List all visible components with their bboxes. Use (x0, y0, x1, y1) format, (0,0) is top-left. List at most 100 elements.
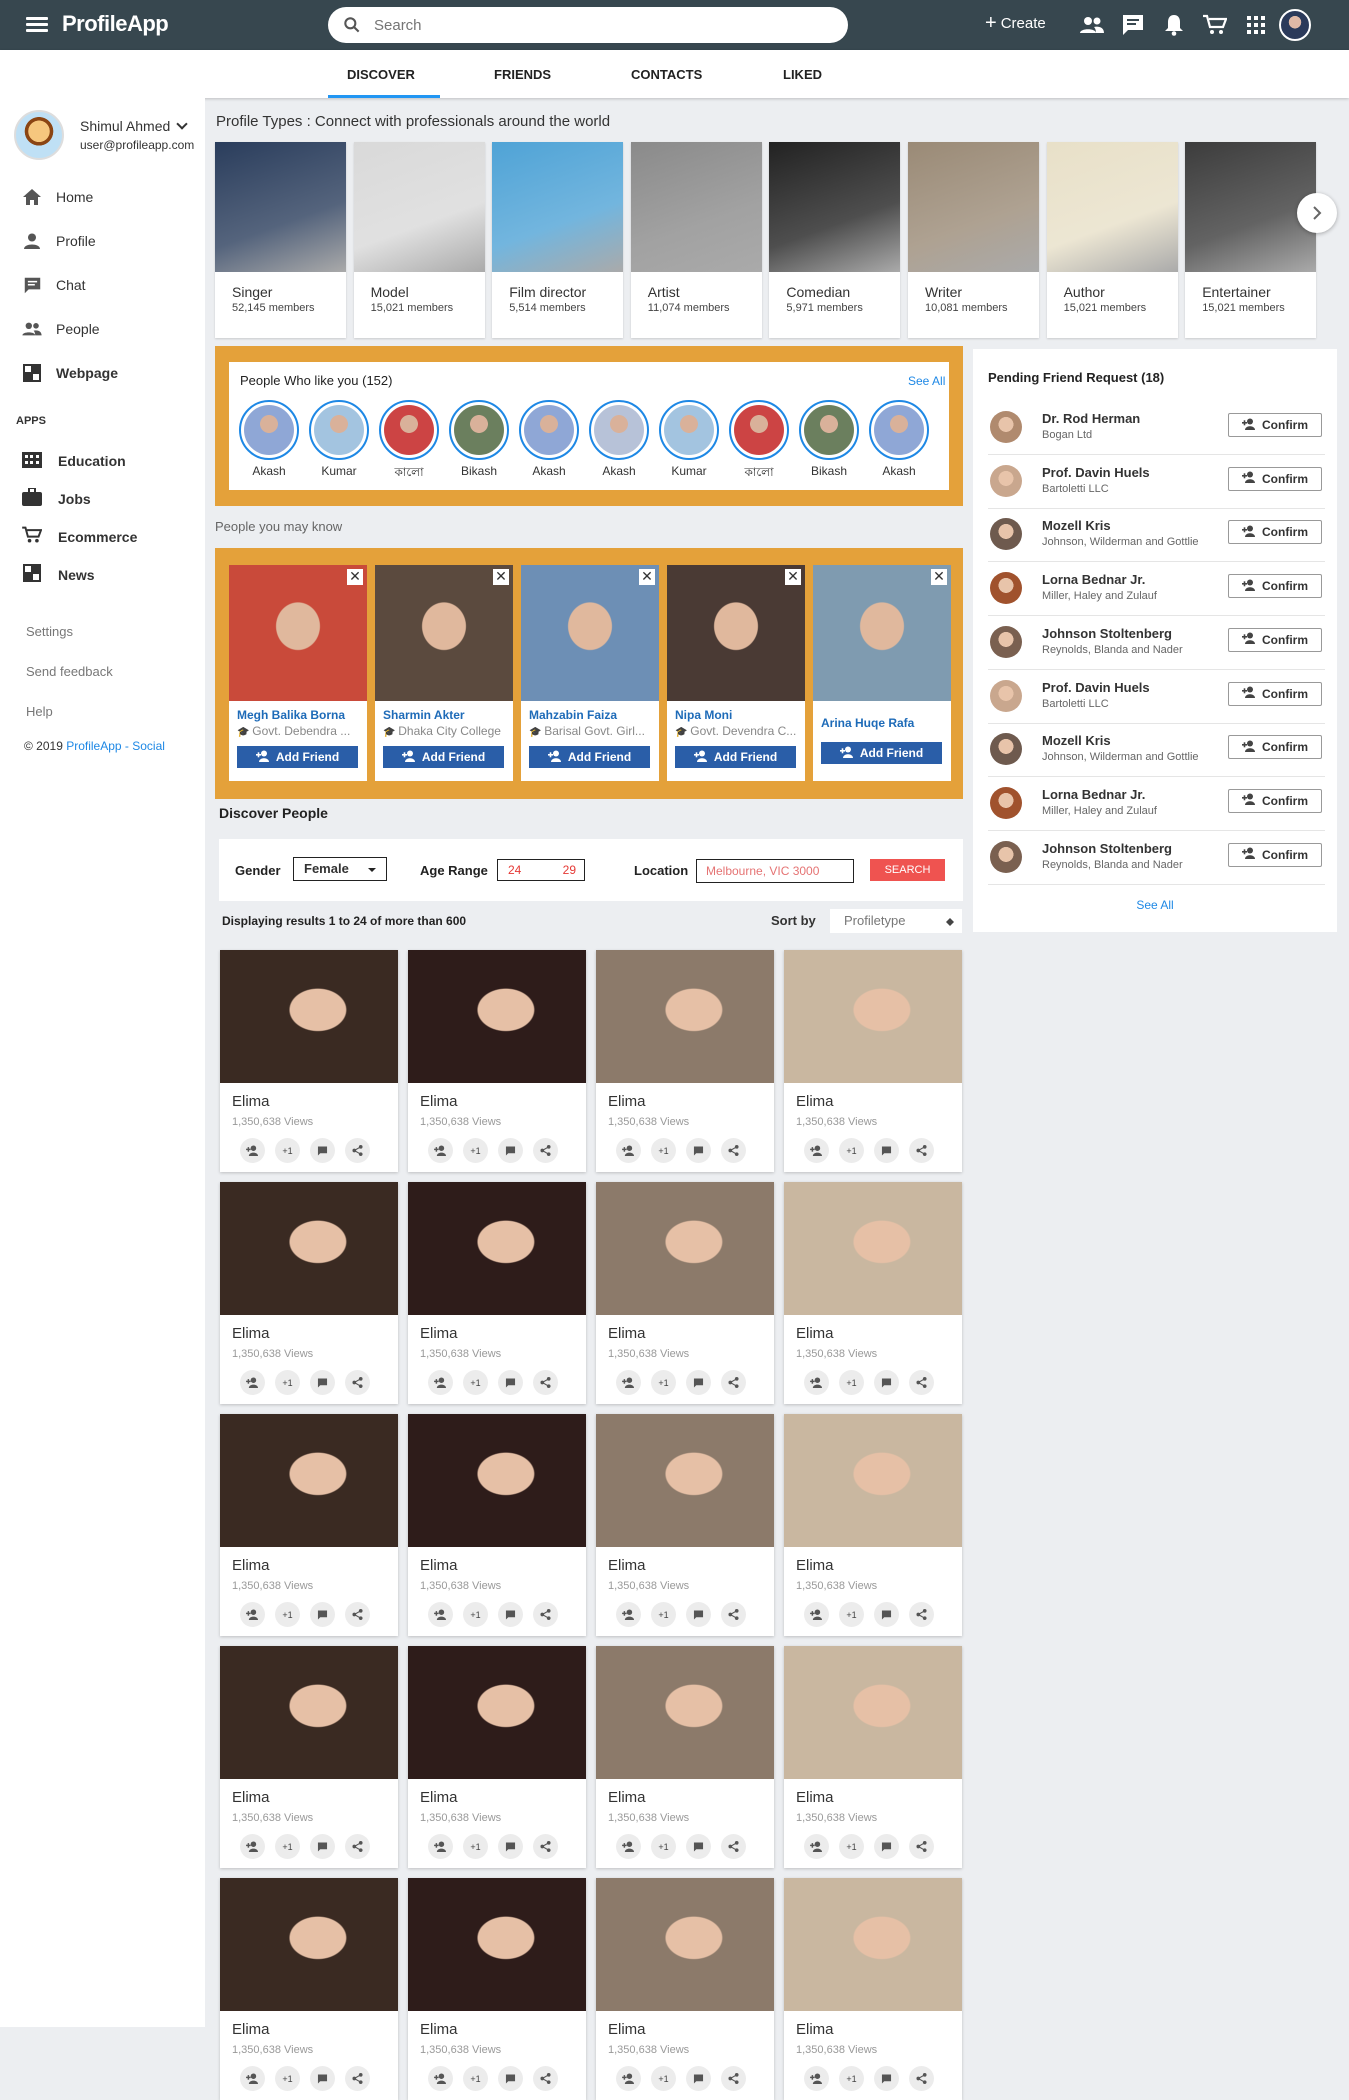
suggestion-name[interactable]: Megh Balika Borna (237, 708, 361, 722)
carousel-next-button[interactable] (1297, 193, 1337, 233)
discover-photo[interactable] (784, 1878, 962, 2011)
share-icon[interactable] (345, 1602, 370, 1627)
share-icon[interactable] (721, 1370, 746, 1395)
avatar[interactable] (990, 733, 1022, 766)
profile-type-card[interactable]: Film director 5,514 members (492, 142, 624, 338)
plus-one-icon[interactable]: +1 (275, 1370, 300, 1395)
sidebar-app-news[interactable]: News (22, 564, 95, 585)
requester-name[interactable]: Lorna Bednar Jr. (1042, 787, 1145, 802)
bell-icon[interactable] (1161, 12, 1187, 38)
message-icon[interactable] (310, 1834, 335, 1859)
add-person-icon[interactable] (428, 2066, 453, 2091)
add-person-icon[interactable] (428, 1602, 453, 1627)
message-icon[interactable] (498, 1834, 523, 1859)
plus-one-icon[interactable]: +1 (839, 2066, 864, 2091)
avatar[interactable] (990, 411, 1022, 443)
copyright-link[interactable]: ProfileApp - Social (66, 739, 165, 753)
confirm-button[interactable]: Confirm (1228, 788, 1322, 813)
sidebar-app-education[interactable]: Education (22, 450, 126, 471)
requester-name[interactable]: Johnson Stoltenberg (1042, 841, 1172, 856)
discover-name[interactable]: Elima (420, 2021, 458, 2038)
plus-one-icon[interactable]: +1 (651, 1834, 676, 1859)
tab-liked[interactable]: LIKED (783, 67, 822, 82)
settings-link[interactable]: Settings (26, 624, 73, 639)
share-icon[interactable] (909, 1834, 934, 1859)
share-icon[interactable] (345, 2066, 370, 2091)
liker-avatar[interactable]: Akash (868, 400, 930, 478)
plus-one-icon[interactable]: +1 (463, 2066, 488, 2091)
plus-one-icon[interactable]: +1 (463, 1834, 488, 1859)
discover-photo[interactable] (596, 1878, 774, 2011)
add-person-icon[interactable] (240, 1834, 265, 1859)
share-icon[interactable] (909, 1138, 934, 1163)
add-person-icon[interactable] (616, 2066, 641, 2091)
liker-avatar[interactable]: Akash (238, 400, 300, 478)
liker-avatar[interactable]: Akash (588, 400, 650, 478)
add-friend-button[interactable]: Add Friend (675, 746, 796, 768)
tab-discover[interactable]: DISCOVER (347, 67, 415, 82)
avatar[interactable] (990, 464, 1022, 497)
plus-one-icon[interactable]: +1 (463, 1370, 488, 1395)
add-person-icon[interactable] (804, 1138, 829, 1163)
message-icon[interactable] (686, 1138, 711, 1163)
share-icon[interactable] (909, 2066, 934, 2091)
discover-photo[interactable] (220, 1646, 398, 1779)
user-avatar[interactable] (1279, 9, 1311, 41)
search-bar[interactable] (328, 7, 848, 43)
message-icon[interactable] (686, 2066, 711, 2091)
suggestion-photo[interactable] (813, 565, 951, 701)
discover-name[interactable]: Elima (232, 1093, 270, 1110)
add-friend-button[interactable]: Add Friend (529, 746, 650, 768)
add-person-icon[interactable] (616, 1834, 641, 1859)
avatar[interactable] (990, 786, 1022, 819)
share-icon[interactable] (533, 1834, 558, 1859)
plus-one-icon[interactable]: +1 (839, 1370, 864, 1395)
discover-card[interactable]: Elima 1,350,638 Views +1 (220, 1646, 398, 1868)
discover-name[interactable]: Elima (608, 1325, 646, 1342)
share-icon[interactable] (533, 1370, 558, 1395)
liker-avatar[interactable]: কালো (378, 400, 440, 484)
avatar[interactable] (990, 625, 1022, 658)
location-input[interactable]: Melbourne, VIC 3000 (696, 859, 854, 883)
message-icon[interactable] (310, 1370, 335, 1395)
add-person-icon[interactable] (240, 1370, 265, 1395)
discover-card[interactable]: Elima 1,350,638 Views +1 (596, 1414, 774, 1636)
liker-avatar[interactable]: Akash (518, 400, 580, 478)
profile-type-card[interactable]: Artist 11,074 members (630, 142, 762, 338)
discover-card[interactable]: Elima 1,350,638 Views +1 (784, 1878, 962, 2100)
discover-name[interactable]: Elima (232, 1325, 270, 1342)
share-icon[interactable] (345, 1834, 370, 1859)
liker-avatar[interactable]: Bikash (798, 400, 860, 478)
confirm-button[interactable]: Confirm (1228, 520, 1322, 545)
discover-photo[interactable] (784, 950, 962, 1083)
sidebar-item-webpage[interactable]: Webpage (22, 364, 118, 382)
discover-photo[interactable] (408, 1182, 586, 1315)
message-icon[interactable] (874, 1138, 899, 1163)
close-icon[interactable]: ✕ (931, 569, 947, 585)
add-person-icon[interactable] (616, 1138, 641, 1163)
user-name[interactable]: Shimul Ahmed (80, 118, 170, 134)
profile-type-card[interactable]: Entertainer 15,021 members (1185, 142, 1317, 338)
plus-one-icon[interactable]: +1 (651, 1370, 676, 1395)
add-person-icon[interactable] (804, 1370, 829, 1395)
requester-name[interactable]: Johnson Stoltenberg (1042, 626, 1172, 641)
discover-name[interactable]: Elima (420, 1325, 458, 1342)
add-person-icon[interactable] (240, 2066, 265, 2091)
share-icon[interactable] (533, 2066, 558, 2091)
add-person-icon[interactable] (616, 1602, 641, 1627)
discover-photo[interactable] (220, 1182, 398, 1315)
discover-card[interactable]: Elima 1,350,638 Views +1 (784, 1414, 962, 1636)
discover-card[interactable]: Elima 1,350,638 Views +1 (408, 1414, 586, 1636)
discover-name[interactable]: Elima (420, 1093, 458, 1110)
add-person-icon[interactable] (428, 1834, 453, 1859)
message-icon[interactable] (686, 1602, 711, 1627)
discover-name[interactable]: Elima (232, 1789, 270, 1806)
add-person-icon[interactable] (616, 1370, 641, 1395)
suggestion-photo[interactable] (521, 565, 659, 701)
profile-type-card[interactable]: Writer 10,081 members (908, 142, 1039, 338)
liker-avatar[interactable]: কালো (728, 400, 790, 484)
discover-photo[interactable] (408, 1878, 586, 2011)
share-icon[interactable] (721, 1602, 746, 1627)
discover-photo[interactable] (596, 1414, 774, 1547)
plus-one-icon[interactable]: +1 (463, 1602, 488, 1627)
